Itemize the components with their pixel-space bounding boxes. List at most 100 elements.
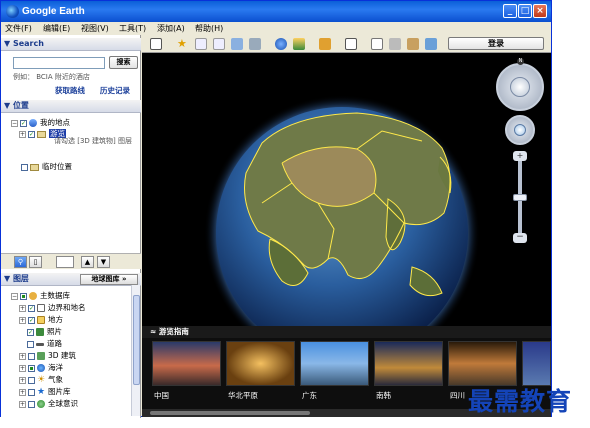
collapse-icon[interactable]: − xyxy=(11,119,18,127)
layer-row[interactable]: + ★ 图片库 xyxy=(19,386,71,397)
checkbox-icon[interactable]: ✓ xyxy=(28,304,35,312)
temporary-places-row[interactable]: 临时位置 xyxy=(21,161,72,172)
tour-thumbnail[interactable] xyxy=(374,341,443,386)
history-link[interactable]: 历史记录 xyxy=(100,85,130,96)
close-button[interactable]: × xyxy=(533,4,547,18)
move-joystick-icon[interactable] xyxy=(514,124,526,136)
places-filter-field[interactable] xyxy=(56,256,74,268)
move-down-icon[interactable]: ▼ xyxy=(97,256,110,268)
menu-file[interactable]: 文件(F) xyxy=(5,23,32,34)
overlay-icon[interactable] xyxy=(231,38,243,50)
tour-label[interactable]: 四川 xyxy=(450,390,465,401)
placemark-icon[interactable]: ★ xyxy=(177,38,189,50)
checkbox-icon[interactable] xyxy=(28,352,35,360)
global-awareness-icon xyxy=(37,400,45,408)
ruler-icon[interactable] xyxy=(345,38,357,50)
layer-row[interactable]: + 全球意识 xyxy=(19,398,78,409)
expand-icon[interactable]: + xyxy=(19,352,26,360)
zoom-in-icon[interactable]: + xyxy=(513,151,527,161)
earth-3d-view[interactable]: N + − ≈ 游览指南 中国 华北平原 广东 南韩 四川 xyxy=(142,53,551,417)
layer-row[interactable]: +3D 建筑 xyxy=(19,350,76,361)
earth-gallery-button[interactable]: 地球图库 » xyxy=(80,274,138,285)
search-panel-header[interactable]: ▼ Search xyxy=(1,38,141,51)
maximize-button[interactable]: □ xyxy=(518,4,532,18)
checkbox-icon[interactable]: ✓ xyxy=(28,316,35,324)
menu-edit[interactable]: 编辑(E) xyxy=(43,23,70,34)
look-joystick-icon[interactable] xyxy=(510,77,530,97)
print-icon[interactable] xyxy=(389,38,401,50)
record-tour-icon[interactable] xyxy=(249,38,261,50)
search-places-icon[interactable]: ⚲ xyxy=(14,256,27,268)
folder-icon xyxy=(37,130,46,138)
checkbox-icon[interactable]: ▪ xyxy=(28,364,35,372)
my-places-row[interactable]: − ✓ 我的地点 xyxy=(11,117,70,128)
tour-thumbnail[interactable] xyxy=(522,341,551,386)
tour-thumbnail[interactable] xyxy=(226,341,295,386)
tour-label[interactable]: 广东 xyxy=(302,390,317,401)
polygon-icon[interactable] xyxy=(195,38,207,50)
menu-help[interactable]: 帮助(H) xyxy=(195,23,223,34)
expand-icon[interactable]: + xyxy=(19,376,26,384)
layers-panel-header[interactable]: ▼ 图层 地球图库 » xyxy=(1,273,141,286)
tour-thumbnail[interactable] xyxy=(300,341,369,386)
zoom-out-icon[interactable]: − xyxy=(513,233,527,243)
historical-imagery-icon[interactable] xyxy=(275,38,287,50)
layer-label: 边界和地名 xyxy=(48,303,86,312)
checkbox-icon[interactable] xyxy=(27,340,34,348)
search-input[interactable] xyxy=(13,57,105,69)
layer-row[interactable]: + ☀ 气象 xyxy=(19,374,63,385)
zoom-slider-thumb[interactable] xyxy=(513,194,527,201)
checkbox-icon[interactable]: ▪ xyxy=(20,292,27,300)
search-button[interactable]: 搜索 xyxy=(109,56,138,69)
directions-link[interactable]: 获取路线 xyxy=(55,85,85,96)
title-bar[interactable]: Google Earth _ □ × xyxy=(1,1,551,22)
google-maps-icon[interactable] xyxy=(407,38,419,50)
checkbox-icon[interactable] xyxy=(21,163,28,171)
menu-add[interactable]: 添加(A) xyxy=(157,23,185,34)
scrollbar-thumb[interactable] xyxy=(133,295,140,385)
expand-icon[interactable]: + xyxy=(19,364,26,372)
places-panel-header[interactable]: ▼ 位置 xyxy=(1,100,141,113)
north-indicator-icon[interactable]: N xyxy=(517,58,524,65)
minimize-button[interactable]: _ xyxy=(503,4,517,18)
menu-tools[interactable]: 工具(T) xyxy=(119,23,146,34)
checkbox-icon[interactable]: ✓ xyxy=(28,130,35,138)
login-button[interactable]: 登录 xyxy=(448,37,544,50)
checkbox-icon[interactable] xyxy=(28,376,35,384)
window-title: Google Earth xyxy=(22,6,85,17)
expand-icon[interactable]: + xyxy=(19,400,26,408)
expand-icon[interactable]: + xyxy=(19,130,26,138)
sunlight-icon[interactable] xyxy=(293,38,305,50)
tour-thumbnail[interactable] xyxy=(152,341,221,386)
layer-row[interactable]: 道路 xyxy=(27,338,62,349)
scrollbar-thumb[interactable] xyxy=(150,411,310,415)
layer-row[interactable]: + ✓ 边界和地名 xyxy=(19,302,86,313)
checkbox-icon[interactable] xyxy=(28,388,35,396)
globe[interactable] xyxy=(142,53,551,326)
checkbox-icon[interactable] xyxy=(28,400,35,408)
expand-icon[interactable]: + xyxy=(19,388,26,396)
layer-row[interactable]: ✓ 照片 xyxy=(27,326,62,337)
expand-icon[interactable]: + xyxy=(19,316,26,324)
layers-scrollbar[interactable] xyxy=(131,285,140,416)
tour-label[interactable]: 中国 xyxy=(154,390,169,401)
checkbox-icon[interactable]: ✓ xyxy=(27,328,34,336)
expand-icon[interactable]: + xyxy=(19,304,26,312)
tour-label[interactable]: 南韩 xyxy=(376,390,391,401)
tour-label[interactable]: 华北平原 xyxy=(228,390,258,401)
move-up-icon[interactable]: ▲ xyxy=(81,256,94,268)
layer-row[interactable]: + ✓ 地方 xyxy=(19,314,63,325)
tour-thumbnail[interactable] xyxy=(448,341,517,386)
layer-row[interactable]: + ▪ 海洋 xyxy=(19,362,63,373)
picture-icon[interactable] xyxy=(425,38,437,50)
tour-guide-header[interactable]: ≈ 游览指南 xyxy=(142,326,551,338)
collapse-icon[interactable]: − xyxy=(11,292,18,300)
path-icon[interactable] xyxy=(213,38,225,50)
panel-toggle-icon[interactable]: ▯ xyxy=(29,256,42,268)
sidebar-toggle-icon[interactable] xyxy=(150,38,162,50)
layer-row[interactable]: − ▪ 主数据库 xyxy=(11,290,70,301)
checkbox-icon[interactable]: ✓ xyxy=(20,119,27,127)
email-icon[interactable] xyxy=(371,38,383,50)
menu-view[interactable]: 视图(V) xyxy=(81,23,109,34)
planets-icon[interactable] xyxy=(319,38,331,50)
